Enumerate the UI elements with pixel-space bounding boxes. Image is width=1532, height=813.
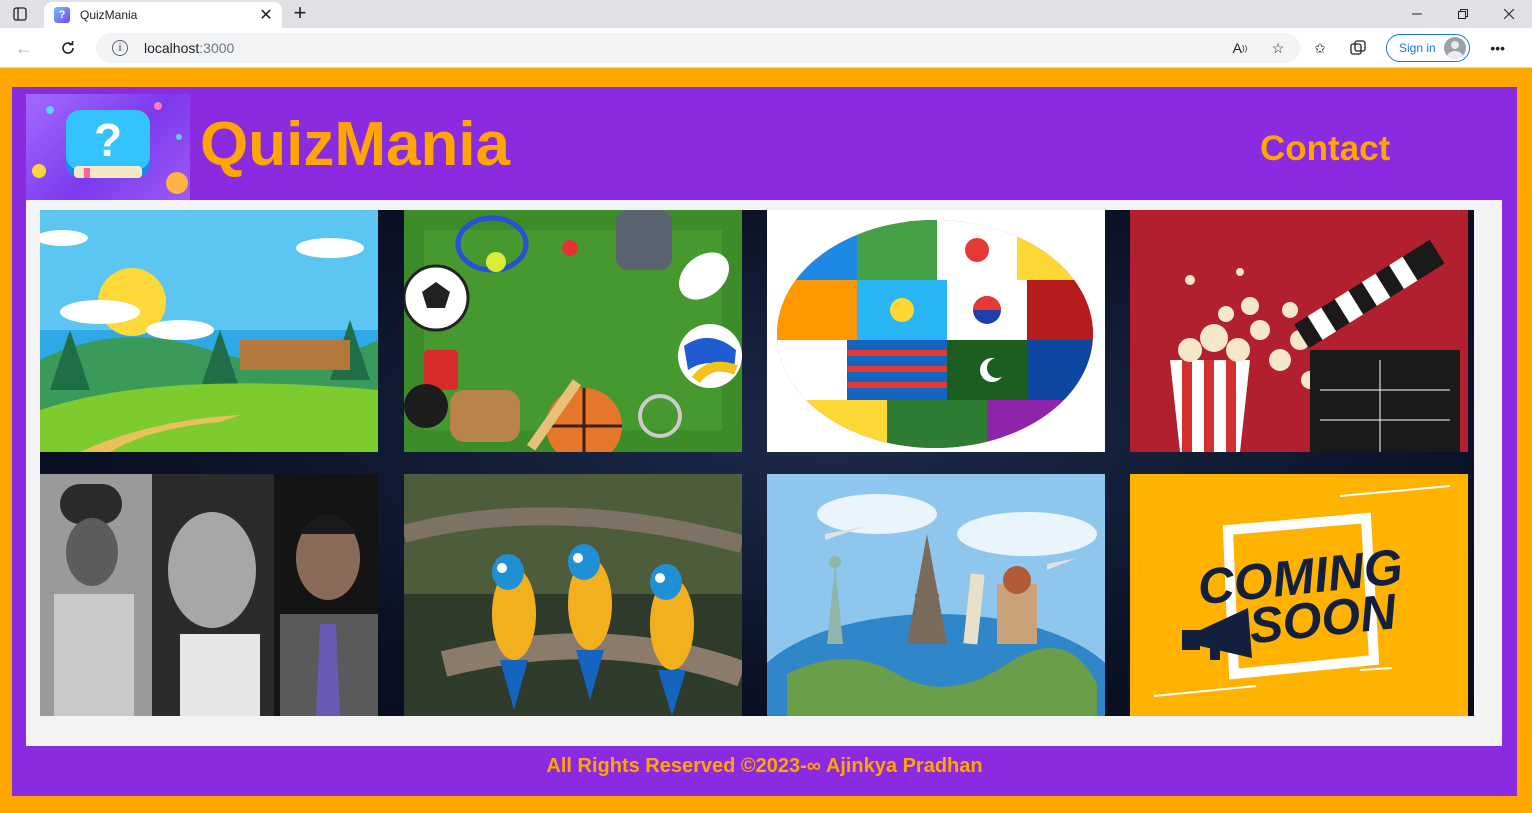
sign-in-button[interactable]: Sign in: [1386, 34, 1470, 62]
quiz-card-nature[interactable]: [40, 210, 378, 452]
window-controls: [1394, 0, 1532, 28]
world-flags-image: [767, 210, 1105, 452]
quiz-card-movies[interactable]: [1130, 210, 1468, 452]
minimize-icon[interactable]: [1394, 0, 1440, 28]
browser-tab[interactable]: ? QuizMania ✕: [44, 2, 282, 28]
back-arrow-icon[interactable]: ←: [10, 36, 38, 60]
footer-copyright: All Rights Reserved ©2023-∞ Ajinkya Prad…: [546, 755, 983, 777]
more-menu-icon[interactable]: •••: [1488, 39, 1508, 57]
favorites-icon[interactable]: ✩: [1310, 39, 1330, 57]
quiz-card-sports[interactable]: [404, 210, 742, 452]
read-aloud-icon[interactable]: A)): [1230, 39, 1250, 57]
popcorn-clapperboard-image: [1130, 210, 1468, 452]
refresh-icon[interactable]: [54, 36, 82, 60]
quiz-logo-icon: ?: [26, 94, 190, 200]
main-frame: ? QuizMania Contact COMING SOON All Righ…: [12, 87, 1517, 796]
coming-soon-image: COMING SOON: [1130, 474, 1468, 716]
sign-in-label: Sign in: [1399, 41, 1436, 55]
world-landmarks-image: [767, 474, 1105, 716]
svg-text:?: ?: [94, 114, 122, 166]
url-host: localhost: [144, 40, 200, 56]
url-port: :3000: [199, 40, 235, 56]
avatar-icon: [1443, 37, 1466, 59]
parrots-image: [404, 474, 742, 716]
browser-tab-bar: ? QuizMania ✕ +: [0, 0, 1532, 28]
landscape-image: [40, 210, 378, 452]
tab-title: QuizMania: [80, 8, 138, 22]
page-background: ? QuizMania Contact COMING SOON All Righ…: [0, 68, 1532, 813]
contact-link[interactable]: Contact: [1260, 129, 1390, 169]
add-favorite-icon[interactable]: ☆: [1268, 39, 1288, 57]
close-tab-icon[interactable]: ✕: [258, 5, 274, 25]
collections-icon[interactable]: [1348, 39, 1368, 57]
quiz-card-coming-soon[interactable]: COMING SOON: [1130, 474, 1468, 716]
content-panel: COMING SOON: [26, 200, 1502, 746]
url-field[interactable]: i localhost:3000 A)) ☆: [96, 33, 1300, 63]
quiz-favicon-icon: ?: [54, 7, 70, 23]
quiz-card-travel[interactable]: [767, 474, 1105, 716]
close-window-icon[interactable]: [1486, 0, 1532, 28]
quiz-gallery: COMING SOON: [40, 210, 1474, 716]
portraits-image: [40, 474, 378, 716]
new-tab-icon[interactable]: +: [288, 2, 312, 26]
quiz-card-famous-people[interactable]: [40, 474, 378, 716]
quiz-card-flags[interactable]: [767, 210, 1105, 452]
quiz-card-animals[interactable]: [404, 474, 742, 716]
brand-title[interactable]: QuizMania: [200, 109, 510, 180]
sports-equipment-image: [404, 210, 742, 452]
site-info-icon[interactable]: i: [112, 40, 128, 56]
restore-icon[interactable]: [1440, 0, 1486, 28]
tab-actions-icon[interactable]: [8, 4, 32, 24]
address-bar: ← i localhost:3000 A)) ☆ ✩ Sign in •••: [0, 28, 1532, 68]
